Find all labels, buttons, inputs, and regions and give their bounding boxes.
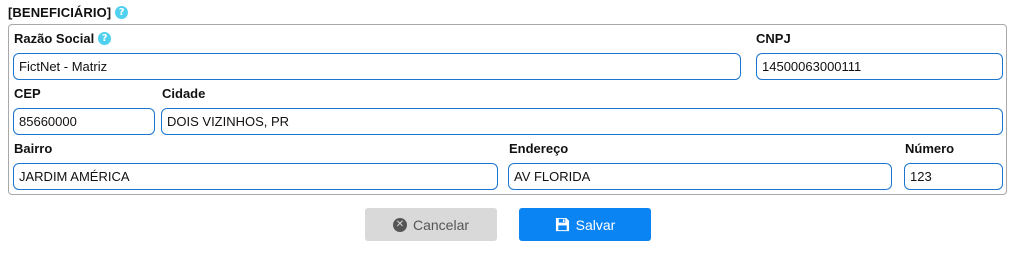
cancel-button[interactable]: ✕ Cancelar: [365, 208, 497, 241]
cidade-label-text: Cidade: [162, 86, 206, 101]
cnpj-label: CNPJ: [756, 31, 791, 46]
endereco-input[interactable]: [508, 163, 892, 190]
razao-social-help-icon[interactable]: ?: [98, 32, 112, 45]
razao-social-label: Razão Social ?: [14, 31, 112, 46]
razao-social-label-text: Razão Social: [14, 31, 95, 46]
bairro-label: Bairro: [14, 141, 52, 156]
section-title-text: [BENEFICIÁRIO]: [8, 5, 112, 20]
razao-social-input[interactable]: [13, 53, 741, 80]
x-circle-icon: ✕: [392, 217, 407, 232]
numero-label-text: Número: [905, 141, 955, 156]
save-button-label: Salvar: [575, 216, 616, 233]
cep-input[interactable]: [13, 108, 155, 135]
bairro-input[interactable]: [13, 163, 498, 190]
endereco-label: Endereço: [509, 141, 568, 156]
cidade-label: Cidade: [162, 86, 205, 101]
bairro-label-text: Bairro: [14, 141, 53, 156]
numero-label: Número: [905, 141, 954, 156]
cep-label-text: CEP: [14, 86, 41, 101]
floppy-disk-icon: [555, 217, 569, 232]
numero-input[interactable]: [904, 163, 1003, 190]
section-title: [BENEFICIÁRIO] ?: [8, 5, 129, 20]
cep-label: CEP: [14, 86, 41, 101]
cnpj-label-text: CNPJ: [756, 31, 791, 46]
beneficiario-fieldset: Razão Social ? CNPJ CEP Cidade Bairro En…: [8, 24, 1007, 195]
help-icon[interactable]: ?: [115, 6, 129, 19]
cidade-input[interactable]: [161, 108, 1003, 135]
endereco-label-text: Endereço: [509, 141, 569, 156]
cancel-button-label: Cancelar: [412, 216, 470, 233]
cnpj-input[interactable]: [756, 53, 1003, 80]
save-button[interactable]: Salvar: [519, 208, 651, 241]
